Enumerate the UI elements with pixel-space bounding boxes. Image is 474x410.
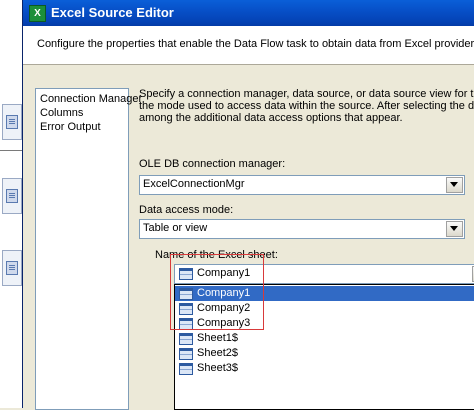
- connection-manager-value: ExcelConnectionMgr: [143, 178, 245, 190]
- annotation-highlight-box: [170, 254, 264, 330]
- connection-manager-label: OLE DB connection manager:: [139, 158, 286, 170]
- connection-manager-combo[interactable]: ExcelConnectionMgr: [139, 175, 465, 195]
- designer-background: [0, 0, 24, 408]
- chevron-down-icon[interactable]: [446, 221, 463, 237]
- sheet-icon: [179, 348, 193, 360]
- access-mode-combo[interactable]: Table or view: [139, 219, 465, 239]
- info-text: Specify a connection manager, data sourc…: [139, 88, 474, 124]
- designer-component[interactable]: [2, 104, 22, 140]
- dialog-description: Configure the properties that enable the…: [37, 38, 474, 50]
- access-mode-value: Table or view: [143, 222, 208, 234]
- info-line: among the additional data access options…: [139, 112, 403, 124]
- description-panel: Configure the properties that enable the…: [23, 26, 474, 65]
- page-navigation-list: Connection Manager Columns Error Output: [35, 88, 142, 410]
- sheet-option-label: Sheet2$: [197, 347, 238, 359]
- title-bar[interactable]: X Excel Source Editor: [23, 0, 474, 26]
- sheet-icon: [179, 333, 193, 345]
- nav-item-columns[interactable]: Columns: [40, 107, 83, 119]
- component-icon: [6, 115, 18, 129]
- access-mode-label: Data access mode:: [139, 204, 234, 216]
- sheet-icon: [179, 363, 193, 375]
- excel-source-icon: X: [29, 5, 46, 22]
- chevron-down-icon[interactable]: [446, 177, 463, 193]
- info-line: the mode used to access data within the …: [139, 100, 474, 112]
- component-icon: [6, 261, 18, 275]
- sheet-option-label: Sheet1$: [197, 332, 238, 344]
- sheet-option-sheet1[interactable]: Sheet1$: [175, 331, 474, 346]
- excel-source-editor-dialog: X Excel Source Editor Configure the prop…: [22, 0, 474, 410]
- component-icon: [6, 189, 18, 203]
- designer-component[interactable]: [2, 178, 22, 214]
- sheet-option-sheet2[interactable]: Sheet2$: [175, 346, 474, 361]
- info-line: Specify a connection manager, data sourc…: [139, 88, 474, 100]
- sheet-option-sheet3[interactable]: Sheet3$: [175, 361, 474, 376]
- connection-manager-page: Specify a connection manager, data sourc…: [139, 88, 474, 410]
- designer-component[interactable]: [2, 250, 22, 286]
- nav-item-error-output[interactable]: Error Output: [40, 121, 101, 133]
- window-title: Excel Source Editor: [51, 5, 174, 20]
- designer-divider: [0, 150, 24, 151]
- nav-item-connection-manager[interactable]: Connection Manager: [40, 93, 142, 105]
- sheet-option-label: Sheet3$: [197, 362, 238, 374]
